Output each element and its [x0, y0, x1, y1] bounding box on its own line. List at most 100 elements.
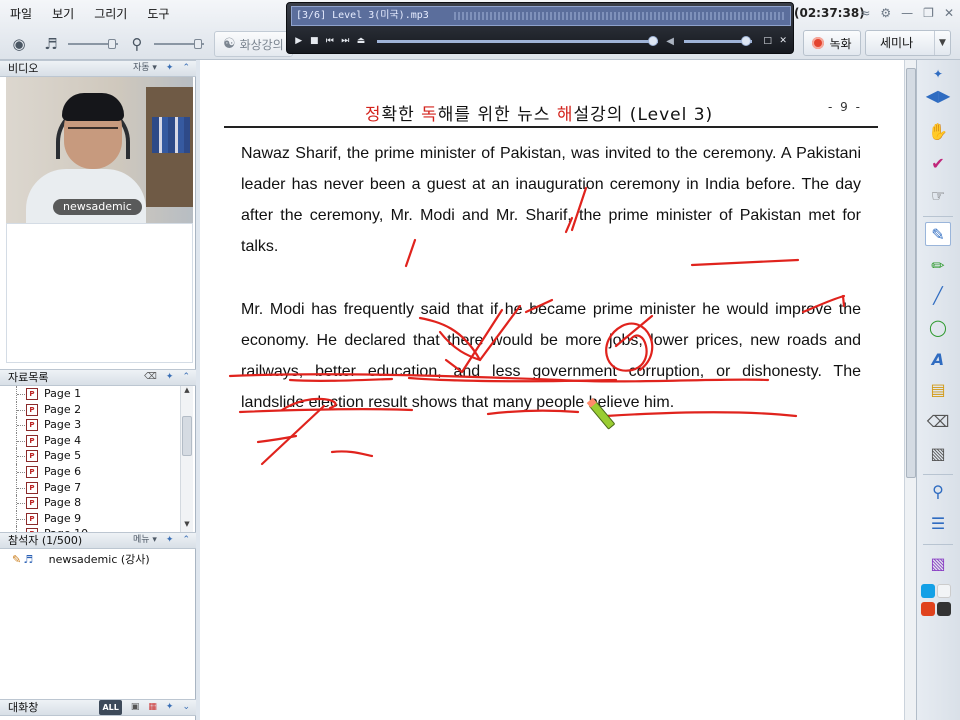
chevron-down-icon[interactable]: ▼ [934, 31, 950, 55]
session-timer: (02:37:38) [794, 6, 865, 20]
seek-slider[interactable] [376, 36, 659, 46]
text-icon[interactable]: A [925, 348, 951, 372]
record-button[interactable]: 녹화 [803, 30, 861, 56]
page-list-item[interactable]: P Page 4 [12, 432, 182, 449]
page-list-item[interactable]: P Page 7 [12, 479, 182, 496]
shapes-icon[interactable]: ◯ [925, 316, 951, 340]
document-icon: P [26, 388, 38, 400]
check-icon[interactable]: ✔ [925, 152, 951, 176]
restore-icon[interactable]: ❐ [923, 6, 934, 20]
page-label: Page 1 [44, 387, 82, 400]
player-close-icon[interactable]: ✕ [775, 36, 791, 46]
pen-icon[interactable]: ✎ [925, 222, 951, 246]
note-icon[interactable]: ▤ [925, 378, 951, 402]
close-icon[interactable]: ✕ [944, 6, 954, 20]
pin-icon[interactable]: ✦ [166, 700, 174, 715]
eraser-icon[interactable]: ⌫ [925, 410, 951, 434]
microphone-icon[interactable]: ⚲ [124, 31, 150, 57]
clear-icon[interactable]: ▧ [925, 442, 951, 466]
top-bar: 파일 보기 그리기 도구 ◉ ♬ ⚲ ☯ 화상강의 [3/6] Level 3(… [0, 0, 960, 60]
playlist-icon[interactable]: □ [760, 36, 776, 46]
collapse-icon[interactable]: ⌄ [182, 700, 190, 715]
stop-icon[interactable]: ■ [307, 36, 323, 46]
video-call-button[interactable]: ☯ 화상강의 [214, 31, 293, 57]
document-icon: P [26, 450, 38, 463]
zoom-icon[interactable]: ⚲ [925, 480, 951, 504]
scroll-down-icon[interactable]: ▼ [181, 520, 193, 532]
menu-tools[interactable]: 도구 [137, 0, 179, 28]
trash-icon[interactable]: ⌫ [144, 370, 157, 385]
menu-bar: 파일 보기 그리기 도구 [0, 0, 179, 28]
page-list-item[interactable]: P Page 9 [12, 510, 182, 527]
media-player: [3/6] Level 3(미국).mp3 ▶ ■ ⏮ ⏭ ⏏ ◀ □ ✕ [286, 2, 794, 54]
tool-row: ◉ ♬ ⚲ ☯ 화상강의 [0, 28, 293, 60]
page-list-item[interactable]: P Page 6 [12, 463, 182, 480]
ink-stroke [256, 434, 298, 444]
video-mode-dropdown[interactable]: 자동 ▾ [133, 61, 157, 76]
attendees-menu-dropdown[interactable]: 메뉴 ▾ [133, 533, 157, 548]
page-list-item[interactable]: P Page 1 [12, 386, 182, 402]
pin-icon[interactable]: ✦ [166, 61, 174, 76]
scroll-up-icon[interactable]: ▲ [181, 386, 193, 398]
collapse-icon[interactable]: ⌃ [182, 61, 190, 76]
page-list-scrollbar[interactable]: ▲ ▼ [180, 386, 193, 532]
mode-select-value: 세미나 [880, 36, 914, 50]
webcam-icon[interactable]: ◉ [6, 31, 32, 57]
headset-icon: ☯ [223, 36, 236, 52]
slide-scrollbar[interactable] [904, 60, 916, 720]
materials-panel-title: 자료목록 [8, 371, 49, 384]
save-icon[interactable]: ▣ [131, 700, 140, 715]
pin-icon[interactable]: ✦ [166, 533, 174, 548]
chat-all-button[interactable]: ALL [99, 700, 122, 715]
page-list-item[interactable]: P Page 5 [12, 448, 182, 464]
video-panel-header: 비디오 자동 ▾ ✦ ⌃ [0, 60, 196, 77]
previous-icon[interactable]: ⏮ [322, 36, 338, 46]
page-list-item[interactable]: P Page 8 [12, 495, 182, 511]
arrows-icon[interactable]: ◀▶ [925, 84, 951, 108]
hand-icon[interactable]: ✋ [925, 120, 951, 144]
palette-icon[interactable]: ▦ [148, 700, 157, 715]
play-icon[interactable]: ▶ [291, 36, 307, 46]
slide-canvas[interactable]: 정확한 독해를 위한 뉴스 해설강의 (Level 3) - 9 - Nawaz… [200, 60, 904, 720]
mic-volume-slider[interactable] [154, 39, 204, 49]
scroll-thumb[interactable] [182, 416, 192, 456]
pin-icon[interactable]: ✦ [166, 370, 174, 385]
player-track-title: [3/6] Level 3(미국).mp3 [296, 10, 429, 21]
materials-panel-header: 자료목록 ⌫ ✦ ⌃ [0, 369, 196, 386]
eject-icon[interactable]: ⏏ [353, 36, 369, 46]
settings-icon[interactable]: ⚙ [880, 6, 891, 20]
color-swatch-red[interactable] [921, 602, 935, 616]
page-label: Page 5 [44, 449, 82, 463]
color-swatch-cyan[interactable] [921, 584, 935, 598]
speaker-icon[interactable]: ♬ [38, 31, 64, 57]
speaker-volume-slider[interactable] [68, 39, 118, 49]
line-width-icon[interactable]: ☰ [925, 512, 951, 536]
minimize-icon[interactable]: — [901, 6, 913, 20]
document-icon: P [26, 403, 38, 416]
next-icon[interactable]: ⏭ [338, 36, 354, 46]
document-icon: P [26, 512, 38, 525]
line-icon[interactable]: ╱ [925, 284, 951, 308]
equalizer-display [454, 12, 784, 20]
player-volume-slider[interactable] [683, 36, 752, 46]
collapse-icon[interactable]: ⌃ [182, 533, 190, 548]
menu-draw[interactable]: 그리기 [84, 0, 137, 28]
volume-icon[interactable]: ◀ [666, 36, 674, 47]
collapse-icon[interactable]: ⌃ [182, 370, 190, 385]
pointer-icon[interactable]: ☞ [925, 184, 951, 208]
attendee-row[interactable]: ✎ ♬ newsademic (강사) [12, 551, 150, 567]
color-swatch-white[interactable] [937, 584, 951, 598]
video-call-label: 화상강의 [239, 37, 284, 52]
highlighter-icon[interactable]: ✏ [925, 254, 951, 278]
menu-file[interactable]: 파일 [0, 0, 42, 28]
menu-view[interactable]: 보기 [42, 0, 84, 28]
color-swatch-black[interactable] [937, 602, 951, 616]
slide-scroll-thumb[interactable] [906, 68, 916, 478]
page-list: P Page 1 P Page 2 P Page 3 P Page 4 P Page 5 P Page… [12, 386, 182, 532]
page-label: Page 7 [44, 480, 82, 494]
pin-icon[interactable]: ✦ [925, 62, 951, 86]
mode-select[interactable]: 세미나 ▼ [865, 30, 951, 56]
color-picker-icon[interactable]: ▧ [925, 552, 951, 576]
page-list-item[interactable]: P Page 3 [12, 417, 182, 433]
page-list-item[interactable]: P Page 2 [12, 401, 182, 418]
